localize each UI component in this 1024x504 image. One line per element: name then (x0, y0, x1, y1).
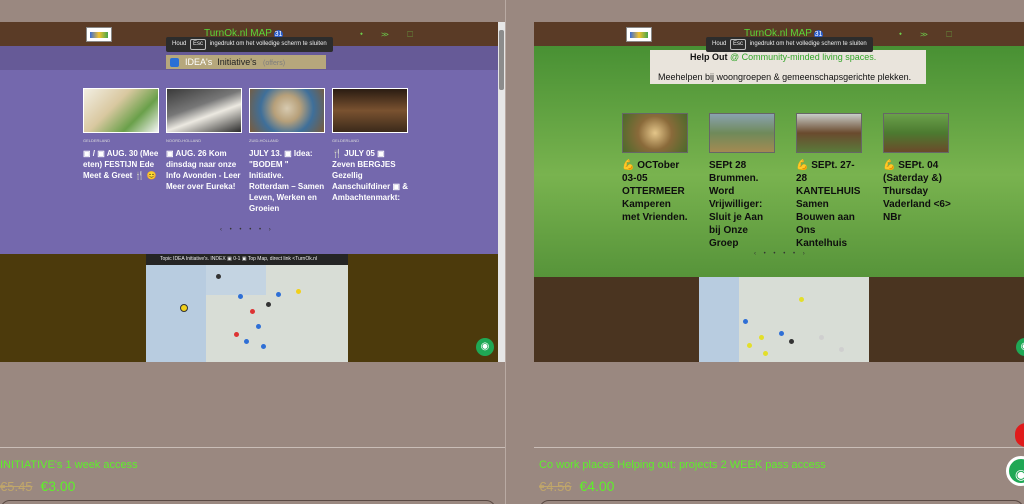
helpout-card[interactable]: 💪 OCTober 03-05 OTTERMEER Kamperen met V… (622, 113, 690, 224)
carousel-pager[interactable]: ‹ • • • • › (220, 227, 274, 233)
product-divider (534, 447, 1024, 448)
card-region: NOORD-HOLLAND (166, 138, 202, 143)
idea-title-part3: (offers) (263, 60, 286, 67)
idea-title-part1: IDEA's (185, 57, 213, 67)
carousel-pager[interactable]: ‹ • • • • › (754, 251, 808, 257)
map-marker[interactable] (238, 294, 243, 299)
embedded-map[interactable]: Topic IDEA Initiative's. INDEX ▣ 0-1 ▣ T… (146, 254, 348, 362)
site-logo[interactable] (86, 27, 112, 42)
map-marker[interactable] (763, 351, 768, 356)
sale-price: €4.00 (579, 478, 615, 494)
map-marker[interactable] (256, 324, 261, 329)
scrollbar[interactable] (498, 22, 505, 362)
map-marker[interactable] (216, 274, 221, 279)
tooltip-key: Esc (730, 39, 747, 50)
map-marker[interactable] (799, 297, 804, 302)
old-price: €5.45 (0, 479, 33, 494)
card-title[interactable]: 💪 SEPt. 04 (Saterday &) Thursday Vaderla… (883, 159, 951, 224)
product-divider (0, 447, 505, 448)
fullscreen-tooltip: Houd Esc ingedrukt om het volledige sche… (166, 37, 333, 52)
card-image[interactable] (249, 88, 325, 133)
help-title-text: Help Out (690, 52, 728, 62)
helpout-card[interactable]: SEPt 28 Brummen. Word Vrijwilliger: Slui… (709, 113, 777, 250)
add-to-cart-button[interactable] (539, 500, 1024, 504)
card-region: GELDERLAND (83, 138, 111, 143)
helpout-card[interactable]: 💪 SEPt. 27-28 KANTELHUIS Samen Bouwen aa… (796, 113, 864, 250)
idea-card[interactable]: NOORD-HOLLAND ▣ AUG. 26 Kom dinsdag naar… (166, 88, 242, 192)
map-sea (699, 277, 739, 362)
card-title[interactable]: ▣ / ▣ AUG. 30 (Mee eten) FESTIJN Ede Mee… (83, 148, 159, 181)
product-price: €4.56 €4.00 (539, 478, 614, 494)
map-marker[interactable] (266, 302, 271, 307)
map-marker[interactable] (819, 335, 824, 340)
card-image[interactable] (622, 113, 688, 153)
map-marker[interactable] (789, 339, 794, 344)
map-sea (206, 265, 266, 295)
card-image[interactable] (166, 88, 242, 133)
idea-card[interactable]: GELDERLAND ▣ / ▣ AUG. 30 (Mee eten) FEST… (83, 88, 159, 181)
card-region: ZUID-HOLLAND (249, 138, 279, 143)
right-embed-panel: TurnOk.nl MAP 31 ⬩ ≫ ⬚ Help Out @ Communi… (534, 22, 1024, 362)
help-out-header: Help Out @ Community-minded living space… (650, 50, 926, 84)
idea-title: IDEA's Initiative's (offers) (166, 55, 326, 69)
map-marker[interactable] (261, 344, 266, 349)
card-image[interactable] (83, 88, 159, 133)
help-link[interactable]: Community-minded living spaces. (742, 52, 877, 62)
idea-card[interactable]: GELDERLAND 🍴 JULY 05 ▣ Zeven BERGJES Gez… (332, 88, 408, 203)
card-title[interactable]: ▣ AUG. 26 Kom dinsdag naar onze Info Avo… (166, 148, 242, 192)
map-marker[interactable] (747, 343, 752, 348)
card-image[interactable] (796, 113, 862, 153)
left-embed-panel: TurnOk.nl MAP 31 ⬩ ≫ ⬚ IDEA's Initiative'… (0, 22, 498, 362)
map-marker[interactable] (180, 304, 188, 312)
card-image[interactable] (709, 113, 775, 153)
help-at: @ (730, 52, 740, 62)
idea-card[interactable]: ZUID-HOLLAND JULY 13. ▣ Idea: "BODEM " I… (249, 88, 325, 214)
fullscreen-tooltip: Houd Esc ingedrukt om het volledige sche… (706, 37, 873, 52)
notification-icon[interactable] (1015, 423, 1024, 447)
top-icons[interactable]: ⬩ ≫ ⬚ (360, 29, 421, 39)
helpout-card[interactable]: 💪 SEPt. 04 (Saterday &) Thursday Vaderla… (883, 113, 951, 224)
map-marker[interactable] (296, 289, 301, 294)
tooltip-suffix: ingedrukt om het volledige scherm te slu… (749, 41, 867, 47)
map-marker[interactable] (234, 332, 239, 337)
product-price: €5.45 €3.00 (0, 478, 75, 494)
column-divider (505, 0, 534, 504)
map-marker[interactable] (743, 319, 748, 324)
tooltip-suffix: ingedrukt om het volledige scherm te slu… (209, 41, 327, 47)
map-marker[interactable] (250, 309, 255, 314)
map-marker[interactable] (839, 347, 844, 352)
idea-icon (170, 58, 179, 68)
card-title[interactable]: SEPt 28 Brummen. Word Vrijwilliger: Slui… (709, 159, 777, 250)
map-title-bar: Topic IDEA Initiative's. INDEX ▣ 0-1 ▣ T… (146, 254, 348, 265)
map-marker[interactable] (759, 335, 764, 340)
card-title[interactable]: 💪 SEPt. 27-28 KANTELHUIS Samen Bouwen aa… (796, 159, 864, 250)
map-marker[interactable] (276, 292, 281, 297)
card-image[interactable] (332, 88, 408, 133)
whatsapp-icon[interactable]: ◉ (476, 338, 494, 356)
whatsapp-icon[interactable]: ◉ (1006, 456, 1024, 486)
add-to-cart-button[interactable] (0, 500, 496, 504)
tooltip-prefix: Houd (172, 41, 187, 47)
idea-title-part2: Initiative's (217, 57, 257, 67)
map-marker[interactable] (244, 339, 249, 344)
sale-price: €3.00 (40, 478, 76, 494)
card-title[interactable]: 🍴 JULY 05 ▣ Zeven BERGJES Gezellig Aansc… (332, 148, 408, 203)
embedded-map[interactable] (699, 277, 869, 362)
card-title[interactable]: JULY 13. ▣ Idea: "BODEM " Initiative. Ro… (249, 148, 325, 214)
old-price: €4.56 (539, 479, 572, 494)
scrollbar-thumb[interactable] (499, 30, 504, 90)
tooltip-key: Esc (190, 39, 207, 50)
card-region: GELDERLAND (332, 138, 360, 143)
product-title[interactable]: INITIATIVE's 1 week access (0, 459, 138, 471)
top-icons[interactable]: ⬩ ≫ ⬚ (899, 29, 960, 39)
card-title[interactable]: 💪 OCTober 03-05 OTTERMEER Kamperen met V… (622, 159, 690, 224)
tooltip-prefix: Houd (712, 41, 727, 47)
site-logo[interactable] (626, 27, 652, 42)
map-sea (146, 265, 206, 362)
product-title[interactable]: Co work places Helping out: projects 2 W… (539, 459, 826, 471)
help-title: Help Out @ Community-minded living space… (690, 52, 876, 62)
card-image[interactable] (883, 113, 949, 153)
help-subtitle: Meehelpen bij woongroepen & gemeenschaps… (658, 72, 912, 82)
map-marker[interactable] (779, 331, 784, 336)
